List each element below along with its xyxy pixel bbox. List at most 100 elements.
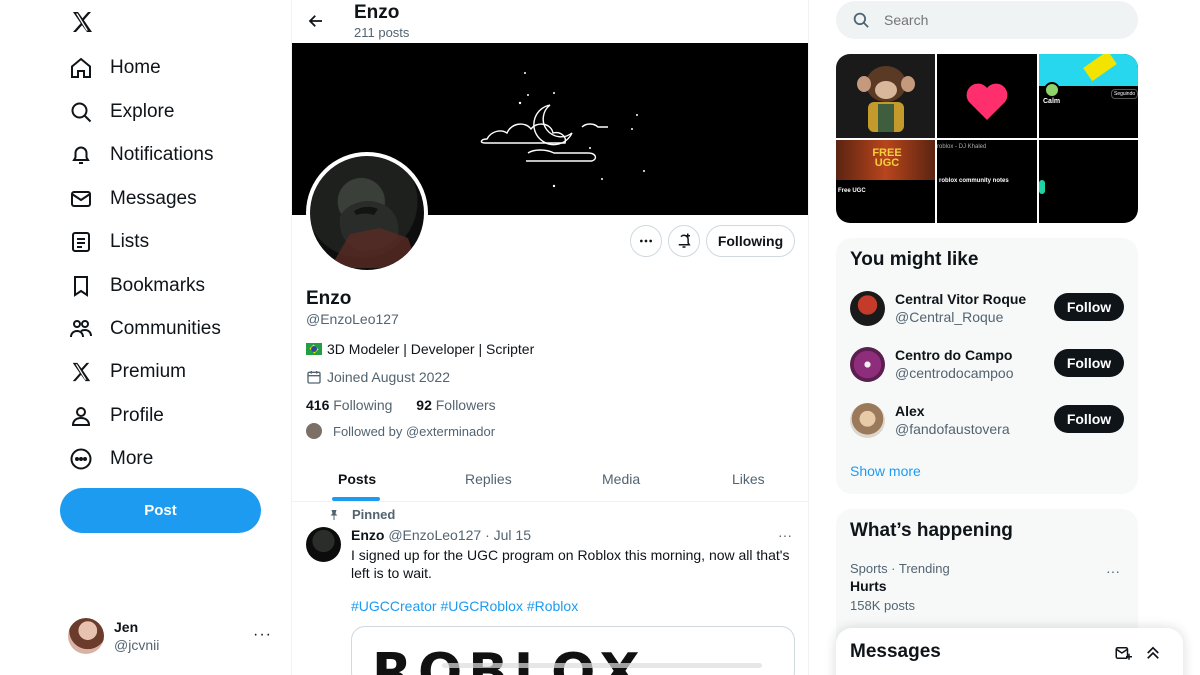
avatar xyxy=(68,618,104,654)
profile-column: Enzo 211 posts Following Enzo @EnzoLeo12… xyxy=(291,0,809,675)
media-thumb-monkey[interactable] xyxy=(836,54,935,138)
following-button[interactable]: Following xyxy=(706,225,795,257)
bio-text: 3D Modeler | Developer | Scripter xyxy=(327,341,535,357)
notify-bell-icon[interactable] xyxy=(668,225,700,257)
left-sidebar: Home Explore Notifications Messages List… xyxy=(0,0,291,675)
follow-button[interactable]: Follow xyxy=(1054,293,1124,321)
profile-name: Enzo xyxy=(306,288,352,309)
suggestion-item[interactable]: Alex @fandofaustovera Follow xyxy=(850,403,1124,439)
sidebar-item-premium[interactable]: Premium xyxy=(68,352,186,392)
search-icon xyxy=(852,11,870,29)
follow-button[interactable]: Follow xyxy=(1054,405,1124,433)
sidebar-item-more[interactable]: More xyxy=(68,439,153,479)
active-tab-indicator xyxy=(332,497,380,501)
dj-khaled-text: roblox - DJ Khaled xyxy=(937,144,987,150)
post-text: I signed up for the UGC program on Roblo… xyxy=(351,547,790,581)
followed-by-text: Followed by @exterminador xyxy=(333,423,496,439)
x-logo-icon xyxy=(68,359,94,385)
trend-more-icon[interactable]: ··· xyxy=(1106,563,1120,579)
tab-replies[interactable]: Replies xyxy=(465,455,512,502)
post-button[interactable]: Post xyxy=(60,488,261,533)
sidebar-item-label: Communities xyxy=(110,318,221,339)
post-more-icon[interactable]: ··· xyxy=(778,527,792,543)
more-icon[interactable]: ··· xyxy=(253,626,272,644)
account-switcher[interactable]: Jen @jcvnii ··· xyxy=(68,614,278,658)
more-options-icon[interactable] xyxy=(630,225,662,257)
search-input[interactable] xyxy=(884,12,1104,28)
sidebar-item-explore[interactable]: Explore xyxy=(68,92,174,132)
avatar[interactable] xyxy=(306,527,341,562)
followers-link[interactable]: 92 Followers xyxy=(416,397,495,413)
media-thumb-community-notes[interactable]: roblox - DJ Khaled roblox community note… xyxy=(937,140,1037,223)
sidebar-item-home[interactable]: Home xyxy=(68,48,161,88)
bookmark-icon xyxy=(68,273,94,299)
avatar xyxy=(850,347,885,382)
list-icon xyxy=(68,229,94,255)
post-meta: @EnzoLeo127 · Jul 15 xyxy=(388,527,531,543)
collapse-up-icon[interactable] xyxy=(1142,642,1164,664)
suggestion-item[interactable]: Central Vitor Roque @Central_Roque Follo… xyxy=(850,291,1124,327)
right-sidebar: Calm Seguindo FREE UGC Free UGC roblox -… xyxy=(836,0,1138,675)
media-thumb-dark[interactable] xyxy=(1039,140,1138,223)
bell-icon xyxy=(68,142,94,168)
sidebar-item-label: Premium xyxy=(110,361,187,382)
suggestions-title: You might like xyxy=(850,249,979,270)
brazil-flag-icon xyxy=(306,343,322,355)
back-arrow-icon[interactable] xyxy=(304,9,328,33)
sidebar-item-label: Explore xyxy=(110,101,175,122)
profile-media-grid: Calm Seguindo FREE UGC Free UGC roblox -… xyxy=(836,54,1138,223)
followed-by[interactable]: Followed by @exterminador xyxy=(306,423,495,439)
post-count: 211 posts xyxy=(354,25,410,40)
profile-avatar[interactable] xyxy=(306,152,428,274)
sidebar-item-notifications[interactable]: Notifications xyxy=(68,135,214,175)
following-link[interactable]: 416 Following xyxy=(306,397,392,413)
post-author[interactable]: Enzo xyxy=(351,527,384,543)
seguindo-badge: Seguindo xyxy=(1111,89,1138,99)
profile-bio: 3D Modeler | Developer | Scripter xyxy=(306,341,534,357)
joined-text: Joined August 2022 xyxy=(327,369,450,385)
media-thumb-heart[interactable] xyxy=(937,54,1037,138)
roblox-logo-text: ROBLOX xyxy=(372,643,646,675)
tab-posts[interactable]: Posts xyxy=(338,455,376,502)
sidebar-item-label: Profile xyxy=(110,405,164,426)
sidebar-item-bookmarks[interactable]: Bookmarks xyxy=(68,266,205,306)
post-media[interactable]: ROBLOX xyxy=(351,626,795,675)
new-message-icon[interactable] xyxy=(1112,642,1134,664)
media-thumb-free-ugc[interactable]: FREE UGC Free UGC xyxy=(836,140,935,223)
avatar xyxy=(850,403,885,438)
follow-stats: 416 Following 92 Followers xyxy=(306,397,496,413)
envelope-icon xyxy=(68,186,94,212)
sidebar-item-label: Bookmarks xyxy=(110,275,206,296)
profile-handle: @EnzoLeo127 xyxy=(306,311,399,327)
calm-label: Calm xyxy=(1043,98,1061,105)
whats-happening-title: What’s happening xyxy=(850,520,1013,541)
messages-drawer[interactable]: Messages xyxy=(836,628,1183,675)
avatar xyxy=(306,423,322,439)
show-more-link[interactable]: Show more xyxy=(850,463,921,479)
avatar-character-image xyxy=(330,201,418,268)
sidebar-item-messages[interactable]: Messages xyxy=(68,179,197,219)
search-bar[interactable] xyxy=(836,1,1138,39)
free-ugc-banner: FREE UGC xyxy=(872,147,902,169)
calendar-icon xyxy=(306,369,322,385)
media-thumb-calm-profile[interactable]: Calm Seguindo xyxy=(1039,54,1138,138)
sidebar-item-profile[interactable]: Profile xyxy=(68,396,164,436)
follow-button[interactable]: Follow xyxy=(1054,349,1124,377)
tab-media[interactable]: Media xyxy=(602,455,640,502)
sidebar-item-label: Notifications xyxy=(110,144,214,165)
post-hashtags[interactable]: #UGCCreator #UGCRoblox #Roblox xyxy=(351,598,578,614)
avatar xyxy=(850,291,885,326)
suggestion-item[interactable]: Centro do Campo @centrodocampoo Follow xyxy=(850,347,1124,383)
sidebar-item-communities[interactable]: Communities xyxy=(68,309,221,349)
sidebar-item-lists[interactable]: Lists xyxy=(68,222,149,262)
home-icon xyxy=(68,55,94,81)
x-logo-icon[interactable] xyxy=(68,8,96,36)
tab-likes[interactable]: Likes xyxy=(732,455,765,502)
trend-count: 158K posts xyxy=(850,598,916,613)
post-header: Enzo @EnzoLeo127 · Jul 15 xyxy=(351,527,531,543)
free-ugc-name: Free UGC xyxy=(838,188,866,194)
joined-date: Joined August 2022 xyxy=(306,369,450,385)
sidebar-item-label: Lists xyxy=(110,231,150,252)
media-progress-bar xyxy=(442,663,762,668)
page-title: Enzo xyxy=(354,2,400,23)
